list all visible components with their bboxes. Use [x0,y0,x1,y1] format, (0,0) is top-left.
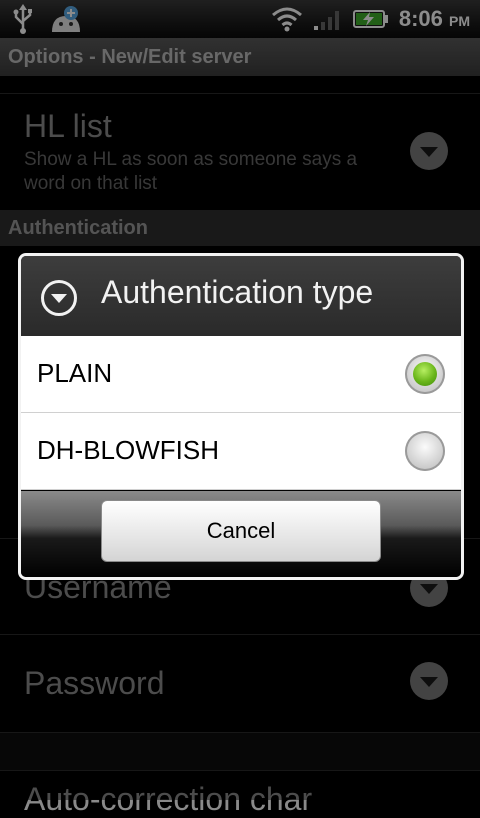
radio-selected[interactable] [405,354,445,394]
cancel-button[interactable]: Cancel [101,500,381,562]
option-label: PLAIN [37,358,113,388]
option-plain[interactable]: PLAIN [21,336,461,413]
option-label: DH-BLOWFISH [37,435,219,465]
chevron-down-circle-icon [41,280,77,316]
option-dh-blowfish[interactable]: DH-BLOWFISH [21,413,461,490]
radio-unselected[interactable] [405,431,445,471]
dialog-footer: Cancel [21,491,461,577]
dialog-header: Authentication type [21,256,461,336]
authentication-type-dialog: Authentication type PLAIN DH-BLOWFISH Ca… [18,253,464,580]
dialog-title: Authentication type [101,274,374,310]
